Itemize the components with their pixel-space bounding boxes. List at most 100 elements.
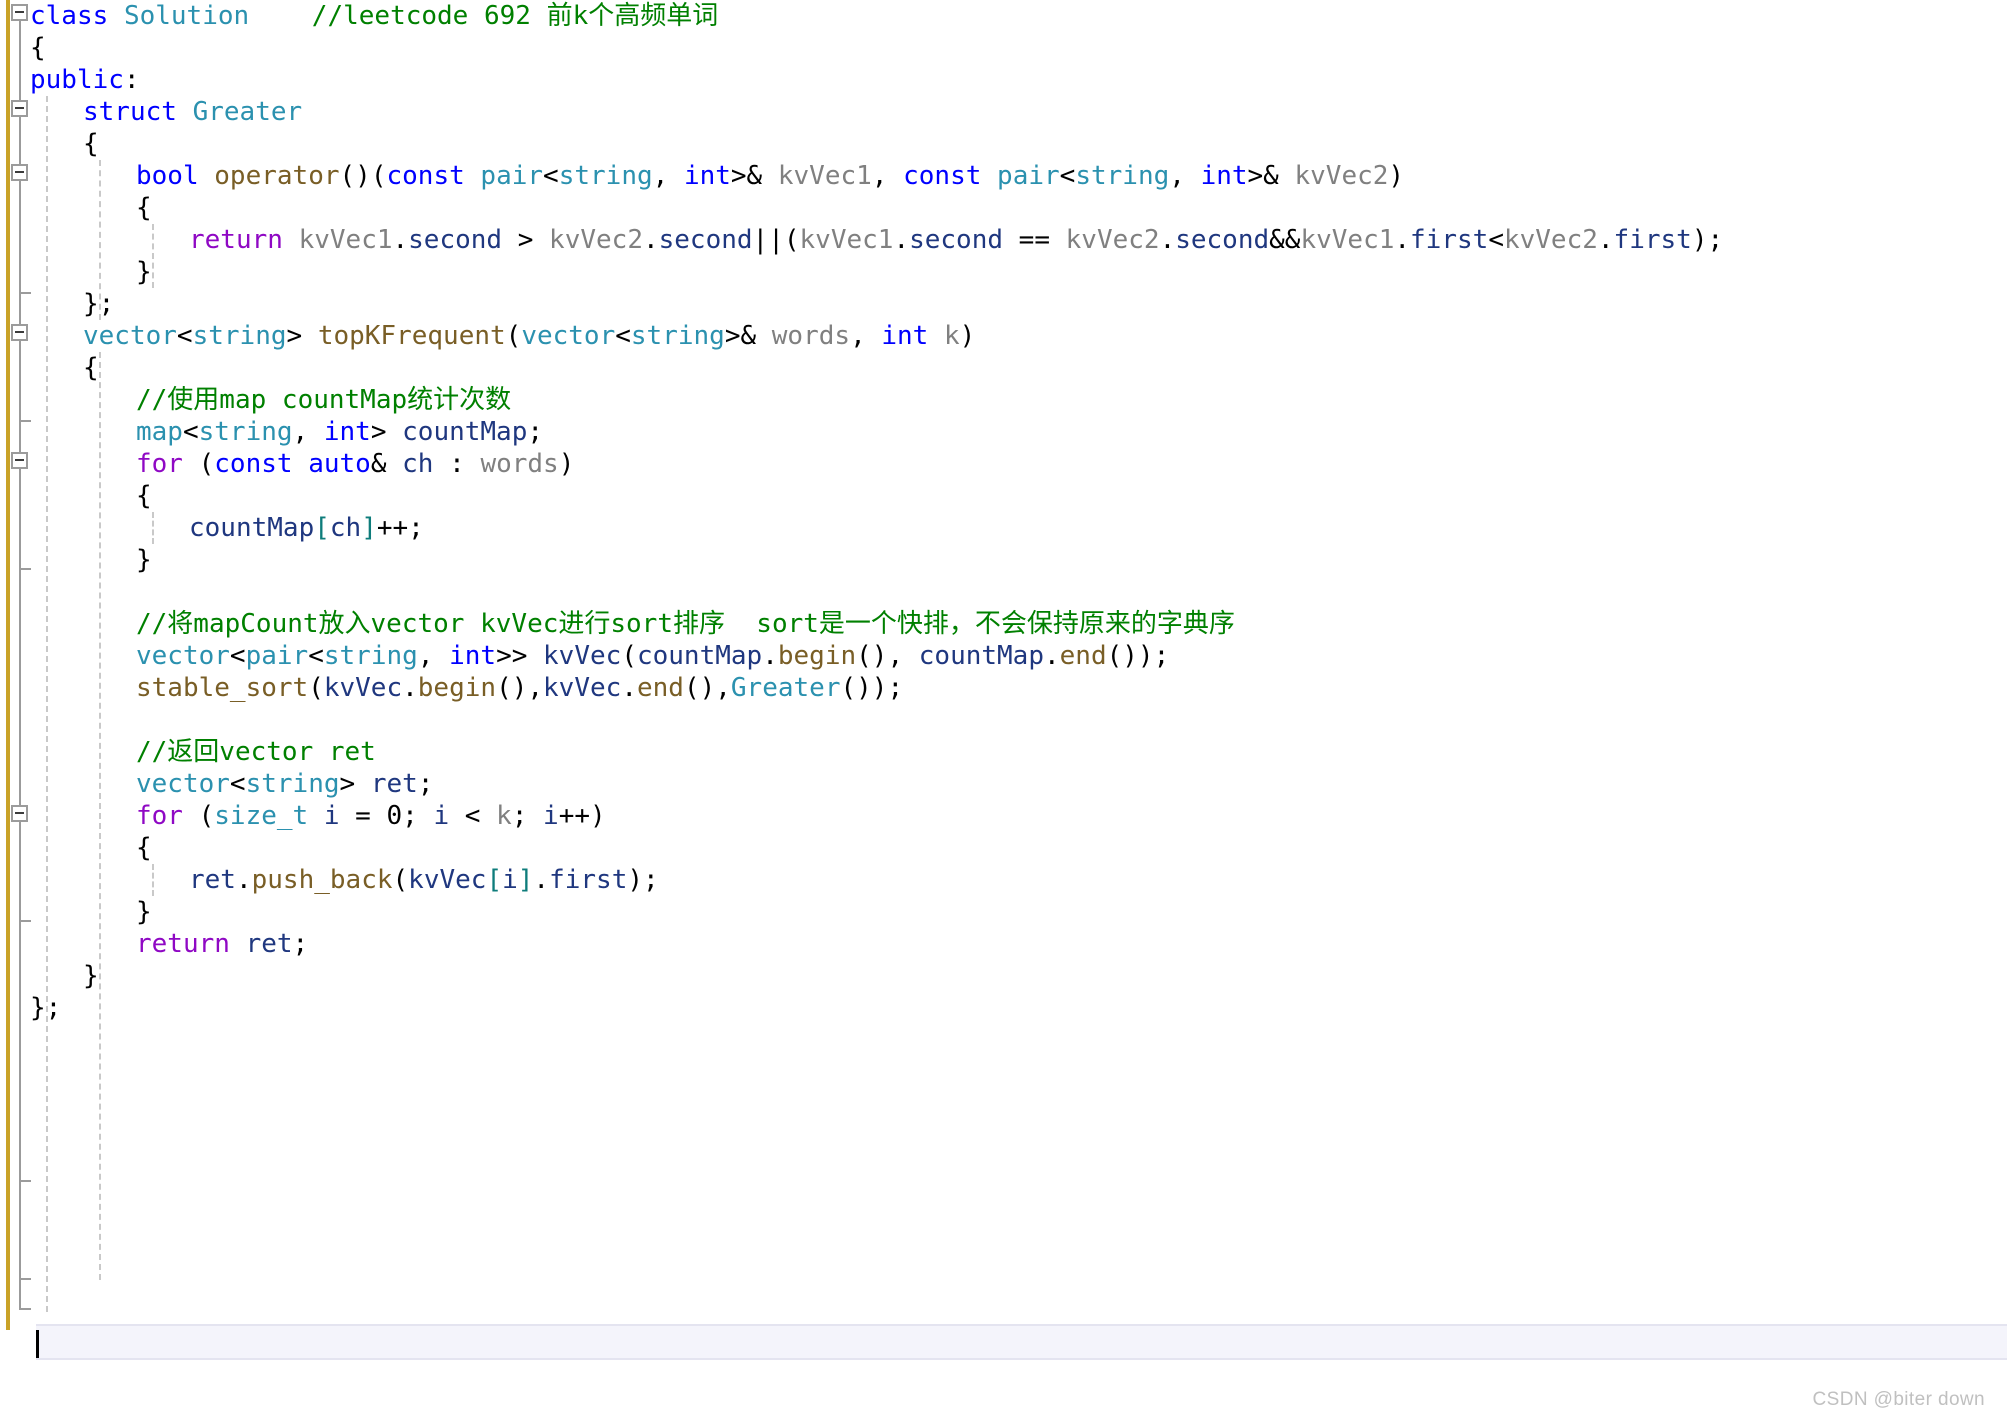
code-token: & bbox=[370, 449, 403, 479]
code-token: i bbox=[502, 865, 518, 895]
code-token: kvVec bbox=[408, 865, 487, 895]
code-token: int bbox=[1200, 161, 1248, 191]
code-token: public bbox=[30, 65, 124, 95]
code-token: } bbox=[136, 257, 152, 287]
code-token: i bbox=[433, 801, 450, 831]
code-token: ; bbox=[527, 417, 544, 447]
code-token: < bbox=[176, 321, 193, 351]
code-line[interactable]: } bbox=[136, 256, 152, 288]
code-token: for bbox=[136, 449, 183, 479]
code-token: pair bbox=[480, 161, 544, 191]
code-line[interactable]: { bbox=[83, 352, 99, 384]
code-line[interactable]: { bbox=[30, 32, 46, 64]
code-line[interactable]: } bbox=[136, 896, 152, 928]
code-token: pair bbox=[245, 641, 309, 671]
code-line[interactable]: //返回vector ret bbox=[136, 736, 376, 768]
code-token: //将mapCount放入vector kvVec进行sort排序 sort是一… bbox=[136, 609, 1235, 639]
code-line[interactable]: stable_sort(kvVec.begin(),kvVec.end(),Gr… bbox=[136, 672, 903, 704]
code-token: >& bbox=[1247, 161, 1295, 191]
code-token: kvVec2 bbox=[1294, 161, 1389, 191]
code-text-layer[interactable]: class Solution //leetcode 692 前k个高频单词{pu… bbox=[0, 0, 2007, 1375]
code-token: ( bbox=[182, 449, 215, 479]
code-line[interactable]: } bbox=[83, 960, 99, 992]
code-token: , bbox=[417, 641, 450, 671]
code-token: string bbox=[245, 769, 340, 799]
code-token: bool bbox=[136, 161, 199, 191]
code-token: ( bbox=[182, 801, 215, 831]
code-token: . bbox=[893, 225, 910, 255]
code-line[interactable]: vector<string> ret; bbox=[136, 768, 433, 800]
code-token: (), bbox=[856, 641, 919, 671]
code-line[interactable]: { bbox=[83, 128, 99, 160]
code-line[interactable]: { bbox=[136, 480, 152, 512]
code-token: . bbox=[762, 641, 778, 671]
code-line[interactable]: public: bbox=[30, 64, 140, 96]
code-line[interactable]: map<string, int> countMap; bbox=[136, 416, 543, 448]
code-line[interactable]: { bbox=[136, 192, 152, 224]
code-token: ; bbox=[417, 769, 434, 799]
code-token: ); bbox=[1691, 225, 1724, 255]
code-token: vector bbox=[136, 769, 230, 799]
code-line[interactable]: //使用map countMap统计次数 bbox=[136, 384, 511, 416]
code-token: < bbox=[1059, 161, 1076, 191]
code-token: { bbox=[83, 129, 99, 159]
code-line[interactable]: return ret; bbox=[136, 928, 308, 960]
code-token: kvVec2 bbox=[1503, 225, 1598, 255]
code-token: const bbox=[214, 449, 293, 479]
code-token: , bbox=[1169, 161, 1201, 191]
code-token: . bbox=[642, 225, 659, 255]
code-token: > bbox=[286, 321, 318, 351]
code-token: words bbox=[480, 449, 559, 479]
code-line[interactable]: }; bbox=[83, 288, 114, 320]
code-token: ret bbox=[189, 865, 236, 895]
code-token: ] bbox=[517, 865, 534, 895]
code-editor-surface[interactable]: class Solution //leetcode 692 前k个高频单词{pu… bbox=[0, 0, 2007, 1375]
code-line[interactable]: bool operator()(const pair<string, int>&… bbox=[136, 160, 1404, 192]
code-token: { bbox=[136, 481, 152, 511]
code-line[interactable]: vector<string> topKFrequent(vector<strin… bbox=[83, 320, 975, 352]
code-line[interactable]: struct Greater bbox=[83, 96, 302, 128]
code-token: kvVec bbox=[543, 641, 622, 671]
code-token: string bbox=[323, 641, 418, 671]
code-token: words bbox=[771, 321, 851, 351]
code-line[interactable]: for (size_t i = 0; i < k; i++) bbox=[136, 800, 606, 832]
code-token: first bbox=[549, 865, 628, 895]
code-token: ||( bbox=[752, 225, 800, 255]
code-token: : bbox=[433, 449, 481, 479]
code-token: { bbox=[30, 33, 46, 63]
code-token: push_back bbox=[251, 865, 393, 895]
code-token: ( bbox=[505, 321, 522, 351]
code-token: string bbox=[192, 321, 287, 351]
code-token: k bbox=[496, 801, 512, 831]
code-token: second bbox=[1175, 225, 1270, 255]
code-line[interactable]: ret.push_back(kvVec[i].first); bbox=[189, 864, 659, 896]
code-token: ++) bbox=[558, 801, 606, 831]
code-token: . bbox=[621, 673, 637, 703]
code-line[interactable]: }; bbox=[30, 992, 61, 1024]
code-line[interactable]: vector<pair<string, int>> kvVec(countMap… bbox=[136, 640, 1169, 672]
code-token: ); bbox=[627, 865, 659, 895]
code-token: countMap bbox=[189, 513, 315, 543]
code-token: const bbox=[386, 161, 465, 191]
code-token: (), bbox=[683, 673, 731, 703]
code-token: second bbox=[658, 225, 753, 255]
code-token: //leetcode 692 前k个高频单词 bbox=[311, 1, 719, 31]
code-line[interactable]: } bbox=[136, 544, 152, 576]
code-line[interactable]: countMap[ch]++; bbox=[189, 512, 424, 544]
code-line[interactable]: return kvVec1.second > kvVec2.second||(k… bbox=[189, 224, 1723, 256]
code-line[interactable]: class Solution //leetcode 692 前k个高频单词 bbox=[30, 0, 718, 32]
code-line[interactable]: { bbox=[136, 832, 152, 864]
code-token: . bbox=[1159, 225, 1176, 255]
code-line[interactable]: //将mapCount放入vector kvVec进行sort排序 sort是一… bbox=[136, 608, 1235, 640]
code-token: kvVec1 bbox=[1300, 225, 1395, 255]
code-token: = bbox=[339, 801, 387, 831]
code-token: . bbox=[1044, 641, 1060, 671]
code-line[interactable]: for (const auto& ch : words) bbox=[136, 448, 574, 480]
